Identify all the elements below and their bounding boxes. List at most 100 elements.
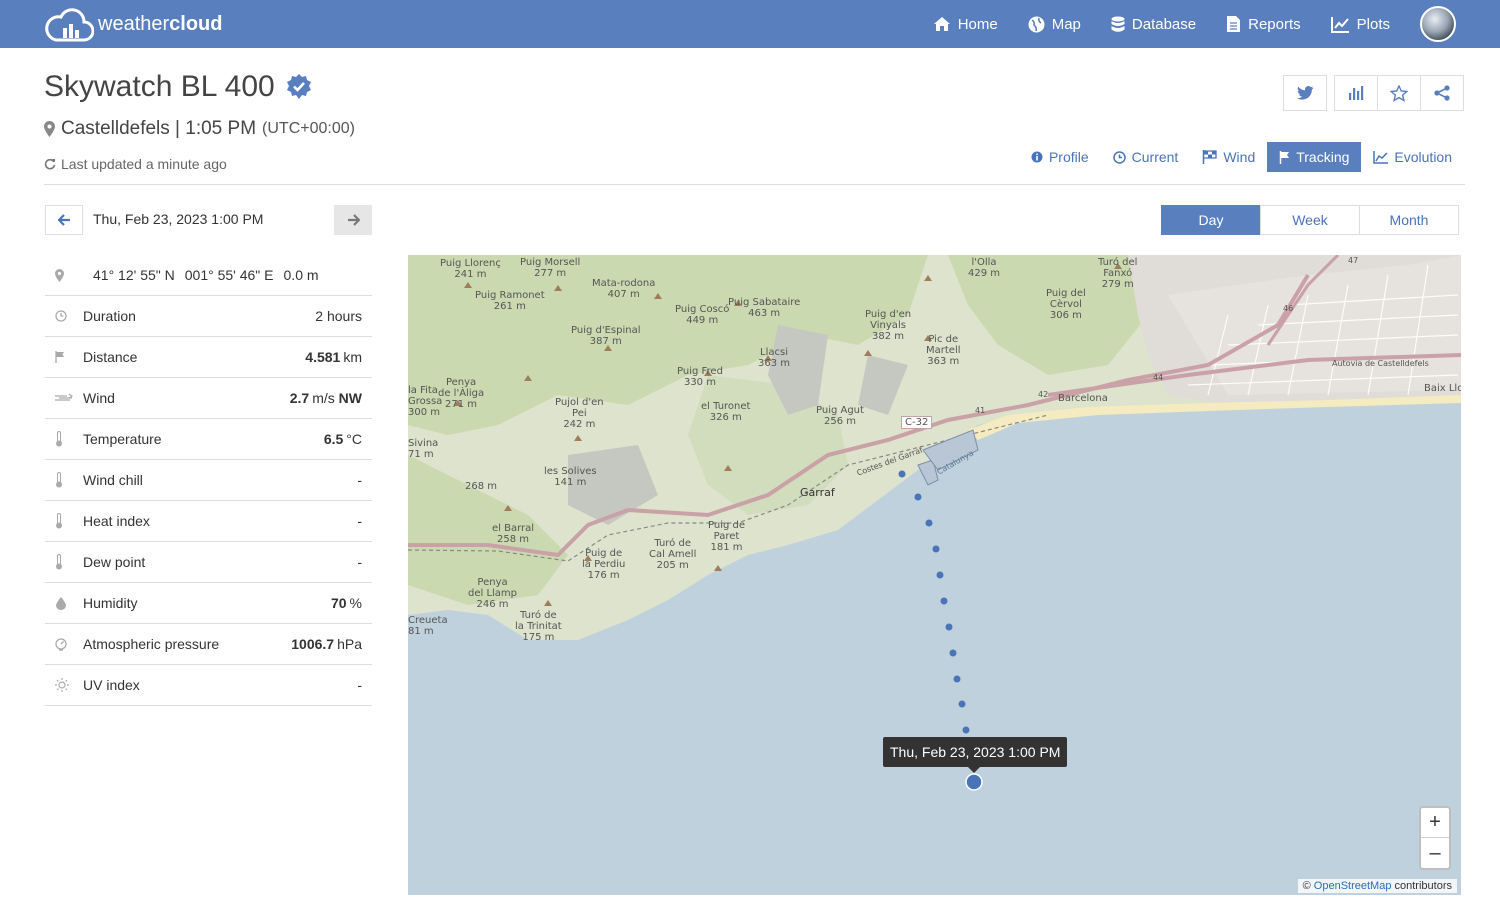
thermometer-icon (56, 431, 62, 447)
nav-map[interactable]: Map (1028, 16, 1081, 33)
flag-icon (55, 351, 64, 363)
pressure-value: 1006.7 (291, 636, 335, 652)
map-label: Pujol d'en Pei 242 m (555, 397, 604, 430)
arrow-right-icon (347, 214, 360, 226)
humidity-unit: % (349, 595, 362, 611)
date-navigator: Thu, Feb 23, 2023 1:00 PM (45, 205, 372, 235)
last-updated-text: Last updated a minute ago (61, 156, 227, 172)
wind-chill-label: Wind chill (83, 472, 143, 488)
chart-line-icon (1330, 16, 1349, 33)
nav-plots[interactable]: Plots (1330, 15, 1390, 33)
road-number: 46 (1283, 304, 1294, 313)
map-attribution: © OpenStreetMap contributors (1297, 879, 1457, 893)
road-number: 47 (1348, 256, 1359, 265)
longitude-value: 001° 55' 46" E (184, 267, 274, 283)
period-week-button[interactable]: Week (1260, 205, 1360, 235)
duration-value: 2 hours (315, 308, 362, 324)
map-label: el Turonet 326 m (701, 401, 751, 423)
map-label: Puig Coscó 449 m (675, 304, 730, 326)
period-month-button[interactable]: Month (1359, 205, 1459, 235)
distance-label: Distance (83, 349, 138, 365)
info-icon (1031, 151, 1043, 163)
report-icon (1227, 16, 1241, 32)
map-label: Penya de l'Àliga 271 m (438, 377, 485, 410)
sun-icon (55, 678, 69, 692)
heat-index-label: Heat index (83, 513, 150, 529)
uv-index-row: UV index - (45, 665, 372, 706)
dew-point-label: Dew point (83, 554, 146, 570)
zoom-in-button[interactable]: + (1421, 808, 1449, 838)
pressure-unit: hPa (337, 636, 362, 652)
tab-current[interactable]: Current (1101, 142, 1191, 172)
map-label: l'Olla 429 m (968, 257, 1001, 279)
town-label: Garraf (800, 486, 835, 499)
map-label: Turó del Fanxó 279 m (1098, 257, 1138, 290)
tab-profile[interactable]: Profile (1019, 142, 1101, 172)
zoom-control: + – (1419, 806, 1451, 870)
tab-evolution[interactable]: Evolution (1361, 142, 1464, 172)
tab-current-label: Current (1131, 149, 1179, 165)
flag-outline-icon (1203, 150, 1217, 164)
statistics-button[interactable] (1334, 75, 1378, 111)
previous-date-button[interactable] (45, 205, 83, 235)
dew-point-value: - (357, 554, 362, 570)
uv-index-label: UV index (83, 677, 140, 693)
tab-tracking-label: Tracking (1296, 149, 1350, 165)
altitude-value: 0.0 m (283, 267, 319, 283)
map-label: les Solives 141 m (544, 466, 597, 488)
period-selector: Day Week Month (1161, 205, 1459, 235)
humidity-icon (56, 596, 66, 610)
map-label: Penya del Llamp 246 m (468, 577, 518, 610)
favorite-button[interactable] (1377, 75, 1421, 111)
zoom-out-button[interactable]: – (1421, 838, 1449, 868)
nav-reports-label: Reports (1248, 15, 1301, 33)
last-updated: Last updated a minute ago (44, 156, 227, 172)
next-date-button[interactable] (334, 205, 372, 235)
station-name: Skywatch BL 400 (44, 70, 275, 103)
wind-icon (55, 393, 73, 401)
flag-icon (1279, 150, 1290, 164)
nav-plots-label: Plots (1356, 15, 1390, 33)
clock-icon (55, 310, 67, 322)
distance-value: 4.581 (305, 349, 341, 365)
location-text: Castelldefels | 1:05 PM (61, 118, 257, 139)
tab-tracking[interactable]: Tracking (1267, 142, 1362, 172)
pressure-icon (55, 637, 67, 651)
cloud-logo-icon (45, 8, 94, 42)
period-day-button[interactable]: Day (1161, 205, 1261, 235)
main-nav: Home Map Database Reports Plots (933, 0, 1456, 48)
map-label: Puig del Cèrvol 306 m (1046, 288, 1086, 321)
map-label: Puig de la Perdiu 176 m (582, 548, 626, 581)
openstreetmap-link[interactable]: OpenStreetMap (1314, 880, 1392, 892)
map-label: Sivina 71 m (408, 438, 439, 460)
track-point-tooltip: Thu, Feb 23, 2023 1:00 PM (883, 737, 1068, 773)
map-label: Turó de Cal Amell 205 m (649, 538, 697, 571)
tab-evolution-label: Evolution (1394, 149, 1452, 165)
wind-unit: m/s (312, 390, 335, 406)
twitter-button[interactable] (1283, 75, 1327, 111)
share-button[interactable] (1420, 75, 1464, 111)
tracking-map[interactable]: Puig Llorenç 241 m Puig Morsell 277 m l'Ol… (408, 255, 1461, 895)
logo-text-light: weather (98, 12, 170, 35)
road-label: Autovia de Castelldefels (1332, 359, 1429, 368)
user-avatar[interactable] (1420, 6, 1456, 42)
temperature-value: 6.5 (323, 431, 344, 447)
pressure-label: Atmospheric pressure (83, 636, 220, 652)
map-label: Puig Llorenç 241 m (440, 258, 501, 280)
humidity-label: Humidity (83, 595, 138, 611)
map-marker-icon (55, 268, 64, 282)
share-icon (1434, 85, 1450, 101)
current-date: Thu, Feb 23, 2023 1:00 PM (93, 211, 264, 227)
nav-database[interactable]: Database (1111, 16, 1196, 33)
nav-map-label: Map (1051, 15, 1081, 33)
nav-home[interactable]: Home (933, 16, 998, 33)
weathercloud-logo[interactable]: weather cloud (44, 6, 223, 42)
map-label: Pic de Martell 363 m (926, 334, 961, 367)
tab-wind[interactable]: Wind (1190, 142, 1267, 172)
arrow-left-icon (57, 214, 70, 226)
map-label: el Barral 258 m (492, 523, 535, 545)
page-title: Skywatch BL 400 (44, 70, 313, 104)
distance-unit: km (343, 349, 362, 365)
wind-direction: NW (338, 390, 362, 406)
nav-reports[interactable]: Reports (1226, 15, 1301, 33)
